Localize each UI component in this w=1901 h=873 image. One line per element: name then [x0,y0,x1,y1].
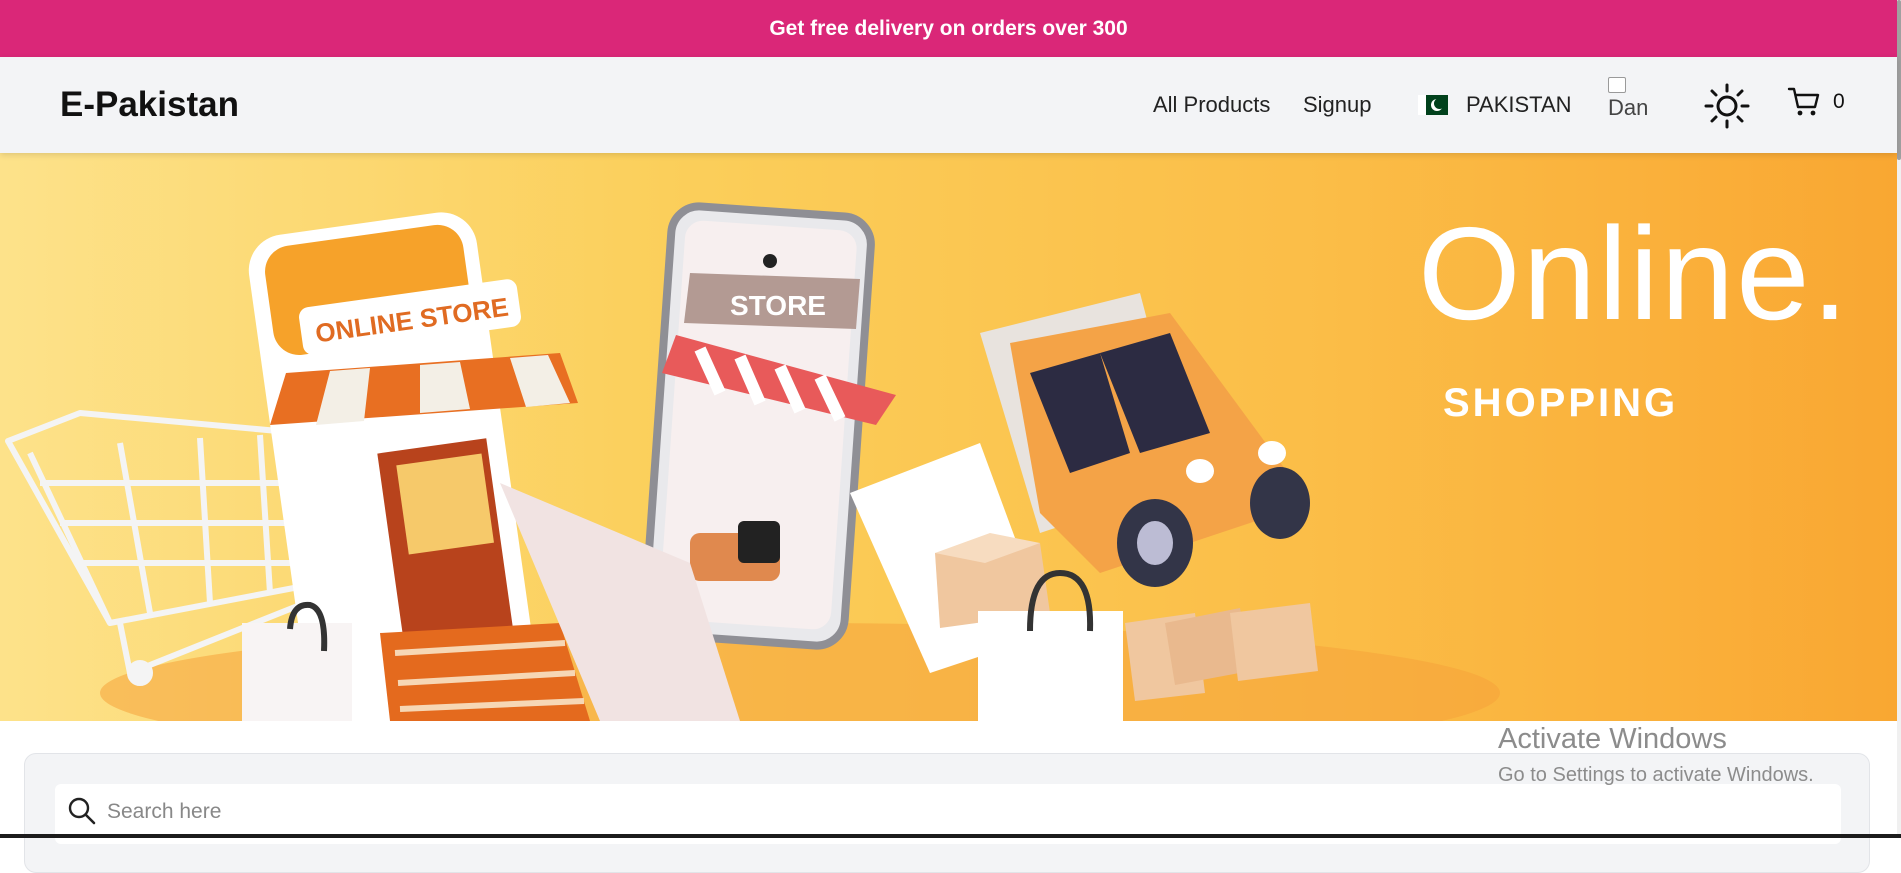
hero-banner[interactable]: ONLINE STORE STORE Online. SHOPPING [0,153,1897,721]
svg-text:STORE: STORE [730,290,826,321]
scrollbar-thumb[interactable] [1897,0,1901,160]
search-section [24,753,1870,873]
avatar[interactable]: Dan [1608,77,1670,131]
search-icon [68,797,96,825]
theme-toggle-button[interactable] [1703,82,1751,130]
pakistan-flag-icon [1418,95,1448,115]
hero-subheadline: SHOPPING [1443,381,1679,425]
brand-logo[interactable]: E-Pakistan [60,85,239,125]
cart-icon [1787,87,1820,116]
broken-image-icon [1608,77,1626,93]
country-selector[interactable]: PAKISTAN [1418,92,1572,118]
nav-signup[interactable]: Signup [1303,92,1372,118]
promo-text: Get free delivery on orders over 300 [769,16,1128,40]
cart-count: 0 [1833,90,1845,113]
hero-headline: Online. [1418,200,1851,347]
top-navbar: E-Pakistan All Products Signup PAKISTAN … [0,57,1897,153]
avatar-alt-text: Dan [1608,95,1649,120]
page-scrollbar[interactable] [1897,0,1901,838]
search-input[interactable] [107,800,1707,824]
country-label: PAKISTAN [1466,92,1572,117]
watermark-title: Activate Windows [1498,723,1727,755]
sun-icon [1704,83,1750,129]
taskbar-edge [0,834,1901,838]
promo-banner: Get free delivery on orders over 300 [0,0,1897,57]
cart-button[interactable]: 0 [1787,86,1845,118]
nav-all-products[interactable]: All Products [1153,92,1270,118]
